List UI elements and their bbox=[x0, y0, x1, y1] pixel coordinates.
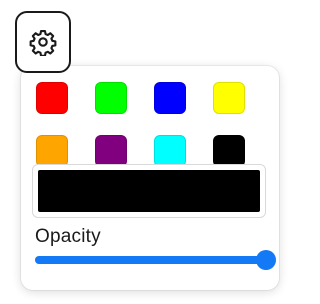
settings-button[interactable] bbox=[15, 11, 71, 73]
color-swatch-grid bbox=[36, 82, 245, 167]
opacity-slider[interactable] bbox=[35, 250, 276, 270]
swatch-red[interactable] bbox=[36, 82, 68, 114]
swatch-blue[interactable] bbox=[154, 82, 186, 114]
gear-icon bbox=[29, 28, 57, 56]
swatch-purple[interactable] bbox=[95, 135, 127, 167]
swatch-orange[interactable] bbox=[36, 135, 68, 167]
swatch-green[interactable] bbox=[95, 82, 127, 114]
opacity-label: Opacity bbox=[35, 226, 101, 247]
opacity-slider-thumb[interactable] bbox=[256, 250, 276, 270]
color-picker-popover: Opacity bbox=[21, 66, 279, 290]
color-picker-widget: Opacity bbox=[0, 0, 297, 304]
selected-color-preview bbox=[38, 170, 260, 212]
opacity-slider-fill bbox=[35, 256, 266, 264]
swatch-yellow[interactable] bbox=[213, 82, 245, 114]
swatch-black[interactable] bbox=[213, 135, 245, 167]
color-preview-field[interactable] bbox=[32, 164, 266, 218]
swatch-cyan[interactable] bbox=[154, 135, 186, 167]
